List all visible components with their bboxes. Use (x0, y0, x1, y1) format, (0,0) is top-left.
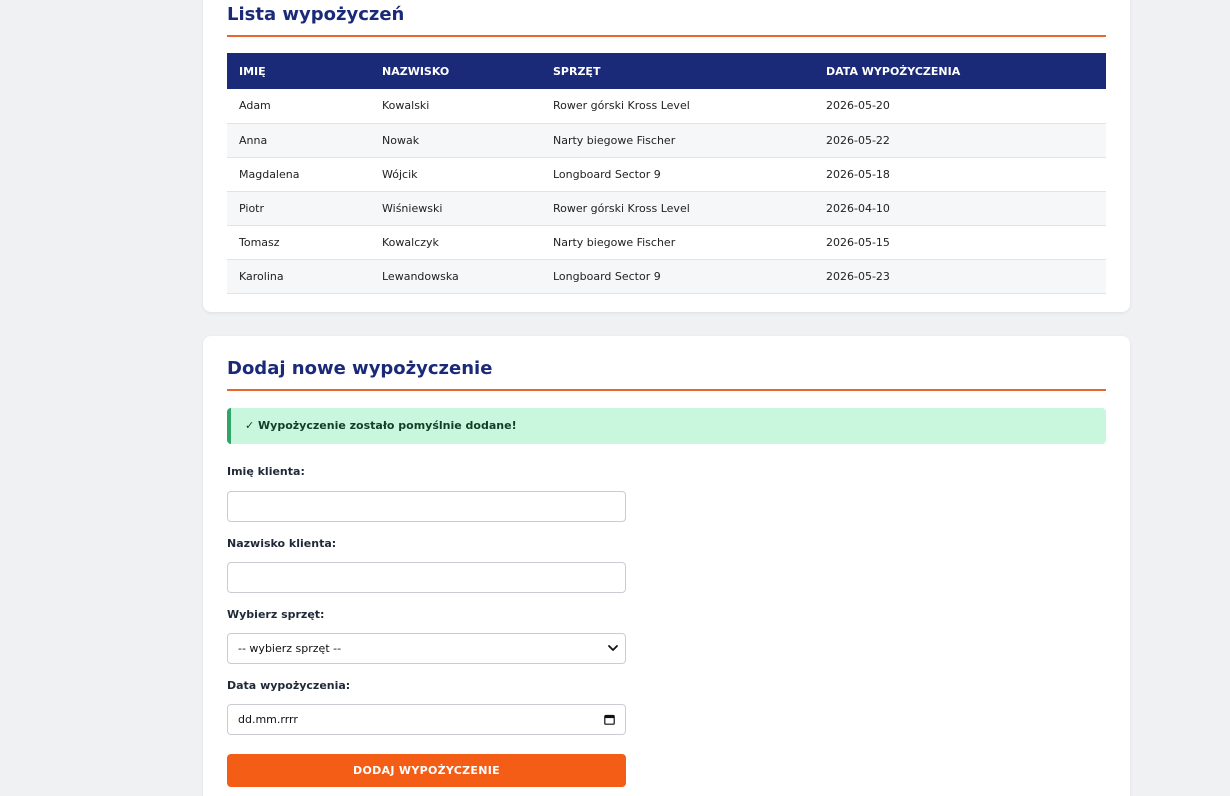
cell-first-name: Adam (239, 99, 271, 113)
cell-equipment: Rower górski Kross Level (553, 201, 690, 215)
cell-equipment: Narty biegowe Fischer (553, 133, 676, 147)
column-header-rental-date: DATA WYPOŻYCZENIA (826, 64, 961, 78)
rentals-list-card: Lista wypożyczeń IMIĘ NAZWISKO SPRZĘT DA… (203, 0, 1130, 312)
cell-first-name: Magdalena (239, 167, 300, 181)
last-name-label: Nazwisko klienta: (227, 537, 337, 550)
cell-first-name: Anna (239, 133, 268, 147)
cell-last-name: Wiśniewski (382, 201, 443, 215)
column-header-equipment: SPRZĘT (553, 64, 601, 78)
cell-last-name: Kowalczyk (382, 235, 439, 249)
cell-last-name: Kowalski (382, 99, 430, 113)
cell-rental-date: 2026-05-23 (826, 269, 890, 283)
cell-equipment: Narty biegowe Fischer (553, 235, 676, 249)
last-name-input[interactable] (227, 562, 626, 593)
first-name-input[interactable] (227, 491, 626, 522)
rental-date-label: Data wypożyczenia: (227, 679, 351, 692)
table-header-row: IMIĘ NAZWISKO SPRZĘT DATA WYPOŻYCZENIA (227, 53, 1106, 89)
cell-last-name: Nowak (382, 133, 420, 147)
cell-rental-date: 2026-04-10 (826, 201, 890, 215)
add-rental-title: Dodaj nowe wypożyczenie (227, 358, 493, 379)
cell-equipment: Longboard Sector 9 (553, 167, 661, 181)
table-row: Piotr Wiśniewski Rower górski Kross Leve… (227, 191, 1106, 225)
title-divider (227, 35, 1106, 37)
cell-rental-date: 2026-05-15 (826, 235, 890, 249)
cell-first-name: Tomasz (239, 235, 280, 249)
cell-first-name: Piotr (239, 201, 265, 215)
column-header-first-name: IMIĘ (239, 64, 266, 78)
add-rental-card: Dodaj nowe wypożyczenie ✓ Wypożyczenie z… (203, 336, 1130, 796)
first-name-label: Imię klienta: (227, 465, 305, 478)
table-row: Magdalena Wójcik Longboard Sector 9 2026… (227, 157, 1106, 191)
cell-rental-date: 2026-05-22 (826, 133, 890, 147)
rental-date-placeholder: dd.mm.rrrr (238, 713, 298, 726)
cell-equipment: Rower górski Kross Level (553, 99, 690, 113)
cell-last-name: Wójcik (382, 167, 418, 181)
success-alert: ✓ Wypożyczenie zostało pomyślnie dodane! (227, 408, 1106, 444)
rental-date-input[interactable]: dd.mm.rrrr (227, 704, 626, 735)
table-row: Karolina Lewandowska Longboard Sector 9 … (227, 259, 1106, 293)
rentals-table: IMIĘ NAZWISKO SPRZĘT DATA WYPOŻYCZENIA A… (227, 53, 1106, 294)
table-row: Anna Nowak Narty biegowe Fischer 2026-05… (227, 123, 1106, 157)
cell-rental-date: 2026-05-20 (826, 99, 890, 113)
equipment-select[interactable]: -- wybierz sprzęt -- (227, 633, 626, 664)
table-row: Tomasz Kowalczyk Narty biegowe Fischer 2… (227, 225, 1106, 259)
equipment-select-value: -- wybierz sprzęt -- (238, 642, 342, 655)
equipment-label: Wybierz sprzęt: (227, 608, 325, 621)
cell-rental-date: 2026-05-18 (826, 167, 890, 181)
cell-last-name: Lewandowska (382, 269, 459, 283)
cell-equipment: Longboard Sector 9 (553, 269, 661, 283)
chevron-down-icon (608, 645, 618, 651)
calendar-icon[interactable] (604, 714, 615, 725)
rentals-list-title: Lista wypożyczeń (227, 4, 405, 25)
title-divider (227, 389, 1106, 391)
column-header-last-name: NAZWISKO (382, 64, 450, 78)
table-row: Adam Kowalski Rower górski Kross Level 2… (227, 89, 1106, 123)
cell-first-name: Karolina (239, 269, 284, 283)
add-rental-button[interactable]: DODAJ WYPOŻYCZENIE (227, 754, 626, 787)
